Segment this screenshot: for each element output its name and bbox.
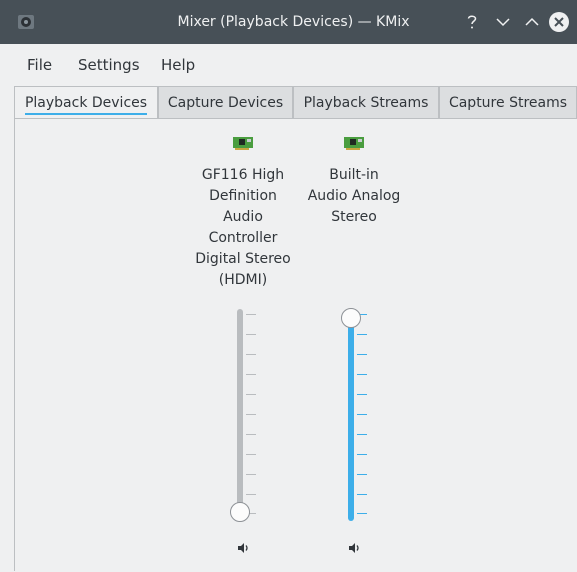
device-strip-hdmi: GF116 High Definition Audio Controller D… <box>193 119 293 572</box>
device-name-line: GF116 High <box>201 167 285 183</box>
menu-settings[interactable]: Settings <box>78 44 140 86</box>
device-name-line: Definition <box>209 188 277 204</box>
tick <box>357 354 367 355</box>
close-button[interactable] <box>548 11 570 33</box>
device-name-line: (HDMI) <box>218 272 268 288</box>
tick <box>357 414 367 415</box>
volume-slider-track[interactable] <box>348 309 354 521</box>
device-name-line: Controller <box>208 230 278 246</box>
volume-slider-handle[interactable] <box>341 308 361 328</box>
tab-capture-devices[interactable]: Capture Devices <box>158 86 293 118</box>
tick <box>246 374 256 375</box>
speaker-icon[interactable] <box>347 541 361 555</box>
menu-help[interactable]: Help <box>161 44 195 86</box>
tick <box>246 474 256 475</box>
device-name-line: Stereo <box>331 209 377 225</box>
chevron-up-icon <box>525 17 539 26</box>
tick <box>357 494 367 495</box>
tick <box>246 314 256 315</box>
volume-slider-track[interactable] <box>237 309 243 521</box>
window-titlebar[interactable]: Mixer (Playback Devices) — KMix <box>0 0 577 44</box>
menu-file[interactable]: File <box>27 44 52 86</box>
help-button[interactable] <box>461 11 483 33</box>
device-name-line: Built-in <box>329 167 379 183</box>
tick <box>246 494 256 495</box>
tick <box>357 434 367 435</box>
tab-playback-devices[interactable]: Playback Devices <box>14 86 158 119</box>
playback-devices-panel: GF116 High Definition Audio Controller D… <box>14 118 577 571</box>
device-name-line: Digital Stereo <box>195 251 291 267</box>
chevron-down-icon <box>496 18 510 27</box>
volume-slider-handle[interactable] <box>230 502 250 522</box>
tick <box>246 434 256 435</box>
tick <box>357 394 367 395</box>
tick <box>246 414 256 415</box>
speaker-icon[interactable] <box>236 541 250 555</box>
device-name-line: Audio Analog <box>307 188 401 204</box>
tab-capture-streams[interactable]: Capture Streams <box>439 86 577 118</box>
sound-card-icon <box>344 137 364 150</box>
tick <box>246 334 256 335</box>
menu-bar: File Settings Help <box>0 44 577 86</box>
sound-card-icon <box>233 137 253 150</box>
tab-label: Playback Streams <box>303 95 429 111</box>
close-icon <box>549 12 569 32</box>
volume-ticks <box>246 314 256 514</box>
tab-label: Capture Devices <box>167 95 284 111</box>
tab-label: Playback Devices <box>24 95 148 115</box>
device-name: GF116 High Definition Audio Controller D… <box>193 165 293 291</box>
volume-ticks <box>357 314 367 514</box>
device-strip-builtin: Built-in Audio Analog Stereo <box>304 119 404 572</box>
tick <box>357 513 367 514</box>
maximize-button[interactable] <box>521 11 543 33</box>
device-name-line: Audio <box>223 209 263 225</box>
tick <box>357 334 367 335</box>
tab-label: Capture Streams <box>448 95 568 111</box>
tick <box>246 394 256 395</box>
minimize-button[interactable] <box>492 11 514 33</box>
question-icon <box>467 15 477 29</box>
device-name: Built-in Audio Analog Stereo <box>304 165 404 228</box>
tick <box>357 374 367 375</box>
tick <box>357 474 367 475</box>
window-title: Mixer (Playback Devices) — KMix <box>177 14 410 30</box>
tick <box>246 354 256 355</box>
tick <box>246 454 256 455</box>
tab-bar: Playback Devices Capture Devices Playbac… <box>14 86 577 119</box>
tick <box>357 454 367 455</box>
tab-playback-streams[interactable]: Playback Streams <box>293 86 439 118</box>
